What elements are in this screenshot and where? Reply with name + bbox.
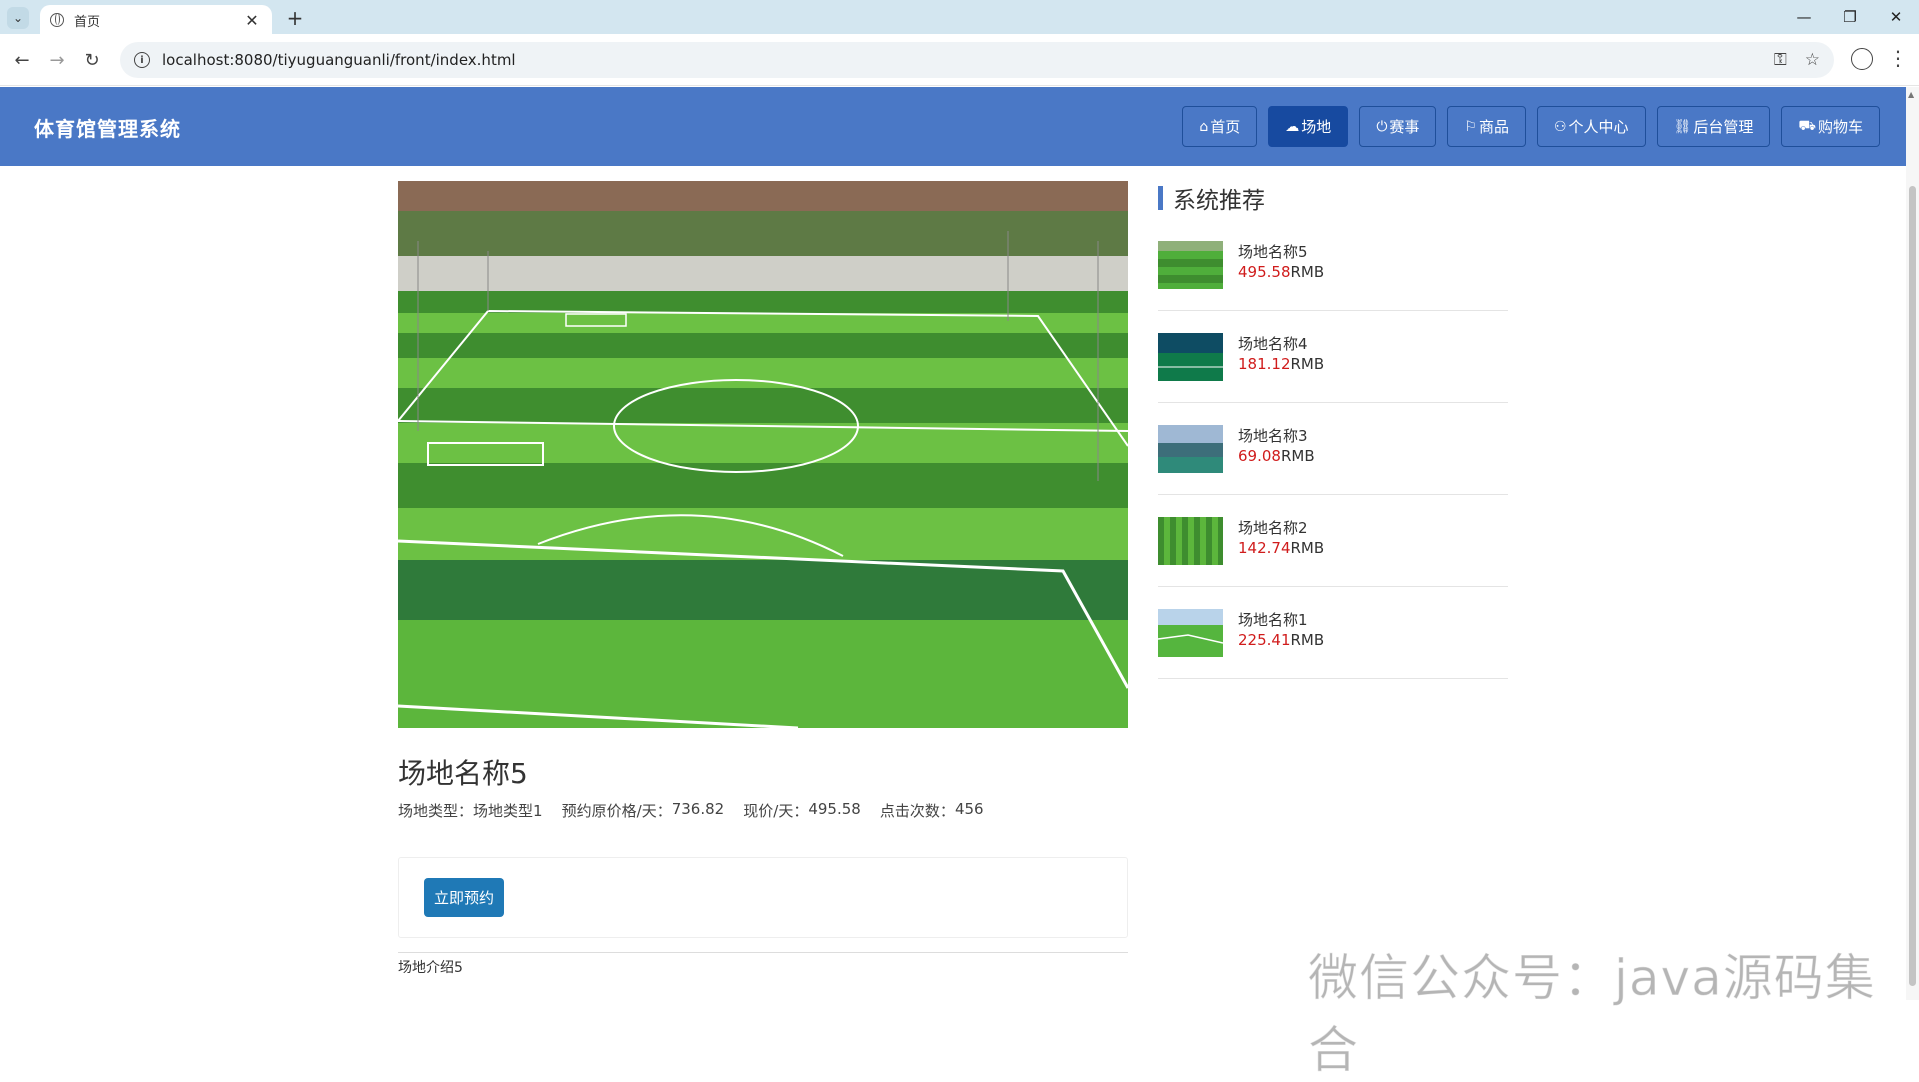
tab-search-button[interactable]: ⌄ (7, 7, 29, 29)
new-tab-button[interactable]: + (284, 7, 306, 29)
type-label: 场地类型： (398, 802, 474, 820)
recommend-item[interactable]: 场地名称3 69.08RMB (1158, 403, 1508, 495)
nav-label: 购物车 (1817, 118, 1863, 136)
site-title: 体育馆管理系统 (34, 117, 181, 141)
nav-profile-button[interactable]: ⚇ 个人中心 (1536, 106, 1646, 147)
book-now-button[interactable]: 立即预约 (424, 878, 505, 917)
scrollbar-thumb[interactable] (1909, 186, 1916, 986)
nav-admin-button[interactable]: ⛓ 后台管理 (1656, 106, 1771, 147)
price-number: 69.08 (1238, 447, 1281, 465)
price-number: 142.74 (1238, 539, 1291, 557)
recommend-item[interactable]: 场地名称1 225.41RMB (1158, 587, 1508, 679)
address-bar: ← → ↻ i localhost:8080/tiyuguanguanli/fr… (0, 34, 1919, 86)
price-unit: RMB (1290, 355, 1325, 373)
window-controls: — ❐ ✕ (1781, 0, 1919, 34)
orig-price-label: 预约原价格/天： (561, 802, 672, 820)
nav-events-button[interactable]: ⏻ 赛事 (1359, 106, 1437, 147)
recommend-price: 142.74RMB (1238, 539, 1324, 557)
recommend-thumbnail[interactable] (1158, 241, 1223, 289)
site-info-icon[interactable]: i (134, 52, 150, 68)
forward-icon[interactable]: → (45, 48, 69, 72)
recommend-item[interactable]: 场地名称5 495.58RMB (1158, 219, 1508, 311)
close-window-icon[interactable]: ✕ (1873, 0, 1919, 34)
omnibox-actions: ⚿ ☆ (1774, 50, 1820, 70)
recommend-item[interactable]: 场地名称2 142.74RMB (1158, 495, 1508, 587)
nav-label: 首页 (1210, 118, 1241, 136)
price-unit: RMB (1290, 263, 1325, 281)
recommend-name[interactable]: 场地名称2 (1238, 517, 1308, 538)
restore-icon[interactable]: ❐ (1827, 0, 1873, 34)
url-text[interactable]: localhost:8080/tiyuguanguanli/front/inde… (162, 51, 1774, 69)
site-header: 体育馆管理系统 ⌂ 首页 ☁ 场地 ⏻ 赛事 ⚐ 商品 ⚇ 个人中心 ⛓ 后台管理 ⛟ 购物车 (0, 87, 1906, 166)
nav-label: 个人中心 (1568, 118, 1629, 136)
reload-icon[interactable]: ↻ (80, 48, 104, 72)
price-unit: RMB (1280, 447, 1315, 465)
key-icon[interactable]: ⚿ (1774, 50, 1787, 70)
clicks-label: 点击次数： (879, 802, 955, 820)
venue-intro: 场地介绍5 (398, 960, 463, 976)
back-icon[interactable]: ← (10, 48, 34, 72)
recommend-price: 181.12RMB (1238, 355, 1324, 373)
main-nav: ⌂ 首页 ☁ 场地 ⏻ 赛事 ⚐ 商品 ⚇ 个人中心 ⛓ 后台管理 ⛟ 购物车 (1182, 106, 1880, 147)
minimize-icon[interactable]: — (1781, 0, 1827, 34)
recommend-thumbnail[interactable] (1158, 517, 1223, 565)
divider (398, 952, 1128, 953)
nav-cart-button[interactable]: ⛟ 购物车 (1781, 106, 1880, 147)
nav-label: 商品 (1478, 118, 1509, 136)
browser-tab[interactable]: 首页 ✕ (40, 5, 272, 35)
scroll-up-arrow[interactable]: ▲ (1908, 90, 1914, 99)
recommend-price: 495.58RMB (1238, 263, 1324, 281)
recommend-name[interactable]: 场地名称4 (1238, 333, 1308, 354)
booking-panel: 立即预约 (398, 857, 1128, 938)
recommend-thumbnail[interactable] (1158, 609, 1223, 657)
price-value: 495.58 (808, 800, 861, 818)
recommend-name[interactable]: 场地名称1 (1238, 609, 1308, 630)
nav-goods-button[interactable]: ⚐ 商品 (1447, 106, 1526, 147)
recommend-name[interactable]: 场地名称5 (1238, 241, 1308, 262)
orig-price-value: 736.82 (671, 800, 725, 818)
price-unit: RMB (1290, 539, 1325, 557)
nav-venue-button[interactable]: ☁ 场地 (1268, 106, 1349, 147)
tab-title: 首页 (74, 14, 101, 30)
flag-icon: ⚐ (1464, 118, 1477, 135)
globe-icon (50, 13, 64, 27)
price-number: 181.12 (1238, 355, 1291, 373)
recommend-item[interactable]: 场地名称4 181.12RMB (1158, 311, 1508, 403)
venue-main-image (398, 181, 1128, 728)
profile-icon[interactable] (1851, 48, 1873, 70)
nav-home-button[interactable]: ⌂ 首页 (1182, 106, 1258, 147)
price-label: 现价/天： (743, 802, 809, 820)
home-icon: ⌂ (1199, 118, 1209, 135)
user-icon: ⚇ (1553, 118, 1567, 135)
recommend-price: 225.41RMB (1238, 631, 1324, 649)
recommend-name[interactable]: 场地名称3 (1238, 425, 1308, 446)
browser-tab-bar: ⌄ 首页 ✕ + — ❐ ✕ (0, 0, 1919, 35)
recommend-price: 69.08RMB (1238, 447, 1315, 465)
star-icon[interactable]: ☆ (1805, 50, 1820, 70)
nav-label: 场地 (1301, 118, 1332, 136)
power-icon: ⏻ (1376, 118, 1388, 135)
venue-meta: 场地类型： 场地类型1 预约原价格/天： 736.82 现价/天： 495.58 点击… (398, 800, 984, 821)
recommend-thumbnail[interactable] (1158, 333, 1223, 381)
type-value: 场地类型1 (473, 802, 543, 820)
watermark-text: 微信公众号：java源码集合 (1308, 949, 1876, 1080)
price-number: 495.58 (1238, 263, 1291, 281)
nav-label: 后台管理 (1693, 118, 1754, 136)
url-omnibox[interactable]: i localhost:8080/tiyuguanguanli/front/in… (120, 42, 1834, 78)
recommend-header: 系统推荐 (1158, 181, 1265, 215)
more-menu-icon[interactable]: ⋮ (1888, 46, 1908, 70)
clicks-value: 456 (954, 800, 984, 818)
close-tab-icon[interactable]: ✕ (242, 11, 262, 30)
recommend-thumbnail[interactable] (1158, 425, 1223, 473)
cloud-icon: ☁ (1285, 118, 1300, 135)
accent-bar (1158, 186, 1163, 210)
price-unit: RMB (1290, 631, 1325, 649)
venue-title: 场地名称5 (398, 757, 528, 790)
price-number: 225.41 (1238, 631, 1291, 649)
recommend-title: 系统推荐 (1173, 188, 1265, 214)
cart-icon: ⛟ (1798, 117, 1816, 134)
nav-label: 赛事 (1389, 118, 1420, 136)
link-icon: ⛓ (1673, 118, 1692, 135)
chevron-down-icon: ⌄ (12, 11, 24, 25)
